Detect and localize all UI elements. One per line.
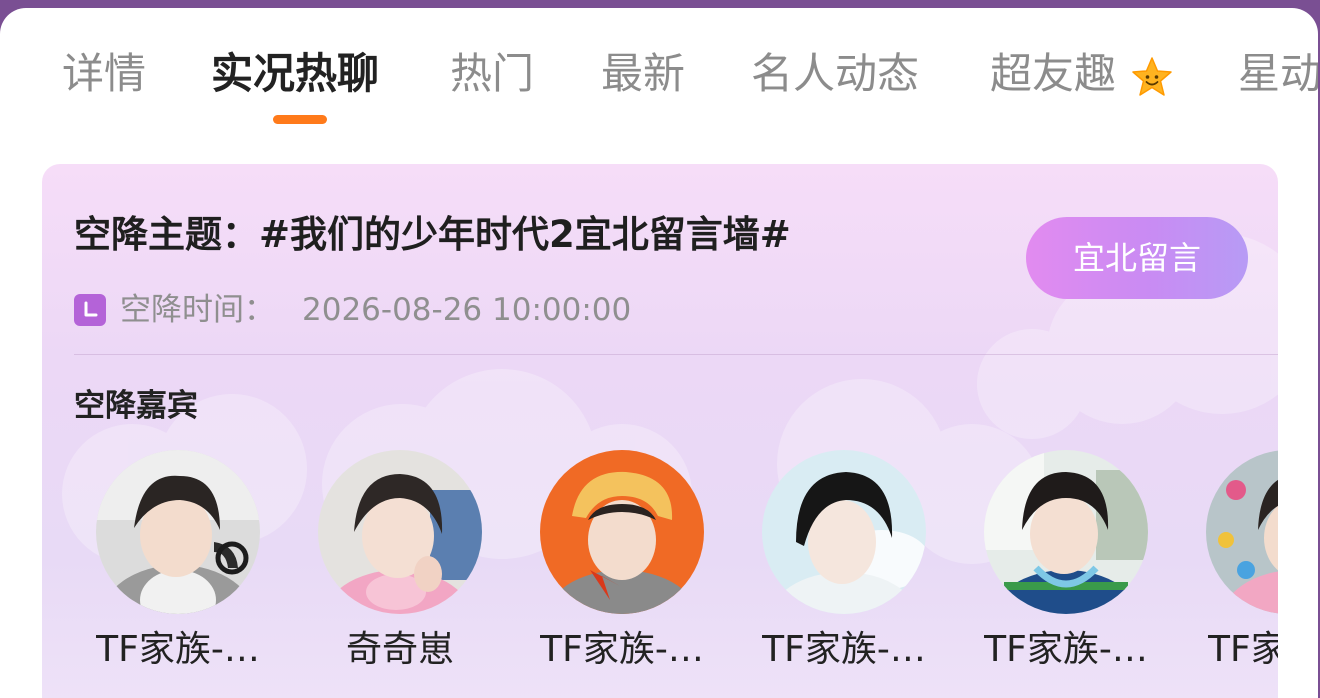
guest-item[interactable]: TF家 bbox=[1188, 450, 1278, 690]
tab-details[interactable]: 详情 bbox=[62, 48, 146, 100]
avatar[interactable] bbox=[762, 450, 926, 614]
guest-item[interactable]: TF家族-… bbox=[744, 450, 944, 690]
star-face-icon bbox=[1132, 57, 1172, 96]
topic-sheet: 详情 实况热聊 热门 最新 名人动态 超友趣 星动 空降主题：#我们的少年时代2… bbox=[0, 8, 1318, 698]
tab-bar: 详情 实况热聊 热门 最新 名人动态 超友趣 星动 bbox=[0, 8, 1318, 138]
avatar[interactable] bbox=[984, 450, 1148, 614]
leave-message-button[interactable]: 宜北留言 bbox=[1026, 217, 1248, 299]
guest-item[interactable]: TF家族-… bbox=[522, 450, 722, 690]
guest-name: TF家族-… bbox=[762, 629, 926, 670]
airdrop-card: 空降主题：#我们的少年时代2宜北留言墙# 宜北留言 空降时间： 2026-08-… bbox=[42, 164, 1278, 698]
guest-name: TF家 bbox=[1208, 629, 1278, 670]
airdrop-time-value: 2026-08-26 10:00:00 bbox=[302, 292, 632, 328]
airdrop-time-label: 空降时间： bbox=[120, 292, 275, 328]
guests-title: 空降嘉宾 bbox=[74, 388, 198, 424]
guest-name: TF家族-… bbox=[540, 629, 704, 670]
tab-star-updates[interactable]: 星动 bbox=[1238, 48, 1318, 100]
guest-item[interactable]: TF家族-… bbox=[966, 450, 1166, 690]
avatar[interactable] bbox=[540, 450, 704, 614]
guest-name: 奇奇崽 bbox=[345, 629, 454, 670]
guest-name: TF家族-… bbox=[984, 629, 1148, 670]
clock-icon bbox=[74, 294, 106, 326]
avatar[interactable] bbox=[1206, 450, 1278, 614]
screen: 详情 实况热聊 热门 最新 名人动态 超友趣 星动 空降主题：#我们的少年时代2… bbox=[0, 0, 1320, 698]
tab-celebrity-updates[interactable]: 名人动态 bbox=[751, 48, 919, 100]
guest-name: TF家族-… bbox=[96, 629, 260, 670]
guest-item[interactable]: 奇奇崽 bbox=[300, 450, 500, 690]
tab-latest[interactable]: 最新 bbox=[601, 48, 685, 100]
tab-live-chat[interactable]: 实况热聊 bbox=[211, 48, 379, 100]
active-tab-indicator bbox=[273, 115, 327, 124]
avatar[interactable] bbox=[96, 450, 260, 614]
tab-super-fun[interactable]: 超友趣 bbox=[990, 48, 1116, 100]
airdrop-topic: 空降主题：#我们的少年时代2宜北留言墙# bbox=[74, 213, 791, 256]
guest-item[interactable]: TF家族-… bbox=[78, 450, 278, 690]
divider bbox=[74, 354, 1278, 355]
tab-hot[interactable]: 热门 bbox=[450, 48, 534, 100]
avatar[interactable] bbox=[318, 450, 482, 614]
